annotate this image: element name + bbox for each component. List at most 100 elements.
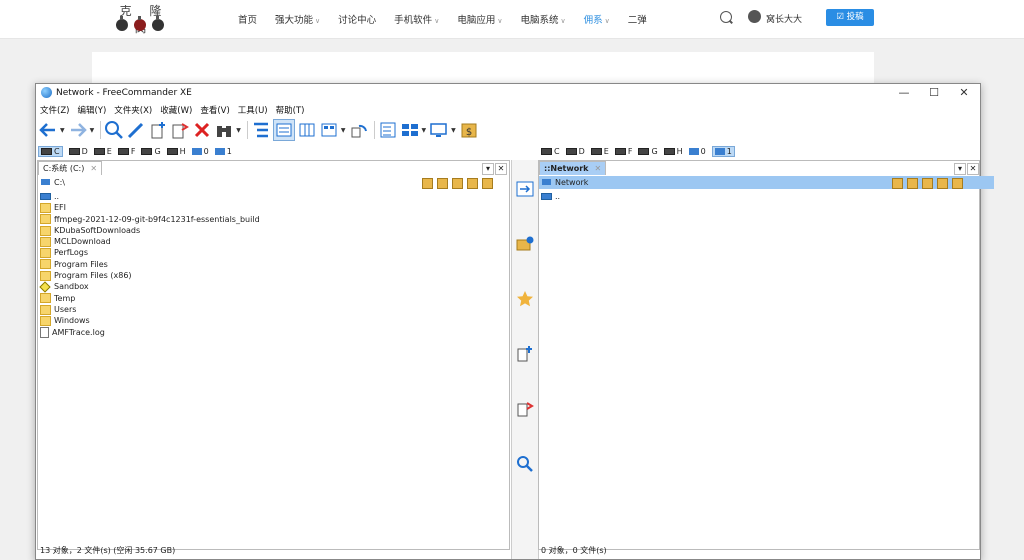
nav-item[interactable]: 手机软件 ∨	[394, 12, 439, 26]
list-item[interactable]: PerfLogs	[40, 247, 260, 259]
list-item[interactable]: KDubaSoftDownloads	[40, 225, 260, 236]
list-item[interactable]: Program Files	[40, 259, 260, 270]
drive-button[interactable]: 0	[191, 147, 209, 156]
thumbnail-view-icon[interactable]	[319, 120, 339, 140]
drive-button[interactable]: G	[141, 147, 161, 156]
dollar-prompt-icon[interactable]: $	[459, 120, 479, 140]
drive-button[interactable]: D	[68, 147, 88, 156]
close-button[interactable]: ✕	[949, 85, 979, 101]
nav-item[interactable]: 二弹	[628, 12, 647, 26]
submit-post-button[interactable]: ☑ 投稿	[826, 9, 874, 26]
sync-icon[interactable]	[349, 120, 369, 140]
drive-button[interactable]: H	[166, 147, 186, 156]
details-view-icon[interactable]	[272, 119, 295, 141]
list-item[interactable]: MCLDownload	[40, 236, 260, 247]
parent-folder-icon[interactable]	[452, 178, 463, 189]
move-to-other-pane-icon[interactable]	[516, 400, 534, 418]
binoculars-dropdown-icon[interactable]: ▼	[236, 127, 241, 134]
forward-dropdown-icon[interactable]: ▼	[90, 127, 95, 134]
nav-item[interactable]: 佣系 ∨	[584, 12, 610, 26]
tree-view-icon[interactable]	[251, 120, 271, 140]
list-item[interactable]: Program Files (x86)	[40, 270, 260, 281]
site-logo[interactable]: 克 隆 窝	[114, 2, 174, 36]
favorites-star-icon[interactable]	[516, 290, 534, 308]
menu-item[interactable]: 文件(Z)	[36, 103, 73, 117]
drive-button[interactable]: D	[565, 147, 585, 156]
nav-item[interactable]: 首页	[238, 12, 257, 26]
pane-close-icon[interactable]: ✕	[495, 163, 507, 175]
back-dropdown-icon[interactable]: ▼	[60, 127, 65, 134]
favorites-icon[interactable]	[437, 178, 448, 189]
nav-item[interactable]: 讨论中心	[338, 12, 376, 26]
user-name[interactable]: 窝长大大	[766, 12, 802, 25]
list-item[interactable]: EFI	[40, 202, 260, 213]
menu-item[interactable]: 文件夹(X)	[110, 103, 156, 117]
delete-icon[interactable]	[192, 120, 212, 140]
list-view-icon[interactable]	[297, 120, 317, 140]
list-item[interactable]: Windows	[40, 315, 260, 326]
pane-dropdown-icon[interactable]: ▾	[954, 163, 966, 175]
copy-to-other-pane-icon[interactable]	[516, 345, 534, 363]
view-dropdown-icon[interactable]: ▼	[341, 127, 346, 134]
drive-button[interactable]: E	[590, 147, 609, 156]
network-drive-button[interactable]: 1	[711, 146, 735, 157]
parent-folder-icon[interactable]	[922, 178, 933, 189]
dual-pane-icon[interactable]	[400, 120, 420, 140]
maximize-button[interactable]: ☐	[919, 85, 949, 101]
nav-item[interactable]: 强大功能 ∨	[275, 12, 320, 26]
history-icon[interactable]	[892, 178, 903, 189]
nav-item[interactable]: 电脑系统 ∨	[520, 12, 565, 26]
edit-pencil-icon[interactable]	[126, 120, 146, 140]
menu-item[interactable]: 查看(V)	[196, 103, 233, 117]
swap-panes-icon[interactable]	[516, 180, 534, 198]
search-icon[interactable]	[104, 120, 124, 140]
pane-dropdown-icon[interactable]: ▾	[482, 163, 494, 175]
root-folder-icon[interactable]	[467, 178, 478, 189]
menu-item[interactable]: 工具(U)	[234, 103, 272, 117]
binoculars-icon[interactable]	[214, 120, 234, 140]
favorites-icon[interactable]	[907, 178, 918, 189]
new-file-icon[interactable]	[148, 120, 168, 140]
close-tab-icon[interactable]: ✕	[90, 164, 97, 173]
menu-item[interactable]: 帮助(T)	[272, 103, 309, 117]
nav-item[interactable]: 电脑应用 ∨	[457, 12, 502, 26]
drive-button[interactable]: F	[117, 147, 135, 156]
layout-dropdown-icon[interactable]: ▼	[422, 127, 427, 134]
root-folder-icon[interactable]	[937, 178, 948, 189]
network-drive-button[interactable]: 1	[214, 147, 232, 156]
left-tab[interactable]: C:系统 (C:) ✕	[38, 161, 103, 175]
drive-button[interactable]: F	[614, 147, 632, 156]
avatar[interactable]	[748, 10, 761, 23]
drive-button[interactable]: C	[541, 147, 560, 156]
checklist-icon[interactable]	[378, 120, 398, 140]
back-arrow-icon[interactable]	[38, 120, 58, 140]
drive-menu-icon[interactable]	[952, 178, 963, 189]
title-bar[interactable]: Network - FreeCommander XE — ☐ ✕	[36, 84, 980, 102]
drive-menu-icon[interactable]	[482, 178, 493, 189]
list-item[interactable]: ..	[541, 191, 560, 202]
drive-button[interactable]: C	[38, 146, 63, 157]
list-item[interactable]: Sandbox	[39, 281, 260, 293]
monitor-dropdown-icon[interactable]: ▼	[451, 127, 456, 134]
list-item[interactable]: Users	[40, 304, 260, 315]
drive-button[interactable]: H	[663, 147, 683, 156]
minimize-button[interactable]: —	[889, 85, 919, 101]
copy-file-icon[interactable]	[170, 120, 190, 140]
history-icon[interactable]	[422, 178, 433, 189]
drive-button[interactable]: E	[93, 147, 112, 156]
drive-button[interactable]: 0	[688, 147, 706, 156]
pane-close-icon[interactable]: ✕	[967, 163, 979, 175]
list-item[interactable]: Temp	[40, 293, 260, 304]
menu-item[interactable]: 收藏(W)	[156, 103, 196, 117]
drive-button[interactable]: G	[638, 147, 658, 156]
list-item[interactable]: ffmpeg-2021-12-09-git-b9f4c1231f-essenti…	[40, 214, 260, 225]
list-item[interactable]: AMFTrace.log	[40, 326, 260, 338]
search-icon[interactable]	[516, 455, 534, 473]
menu-item[interactable]: 编辑(Y)	[73, 103, 110, 117]
list-item[interactable]: ..	[40, 191, 260, 202]
forward-arrow-icon[interactable]	[68, 120, 88, 140]
search-icon[interactable]	[720, 11, 732, 23]
folder-compare-icon[interactable]	[516, 235, 534, 253]
close-tab-icon[interactable]: ✕	[595, 164, 602, 173]
monitor-icon[interactable]	[429, 120, 449, 140]
